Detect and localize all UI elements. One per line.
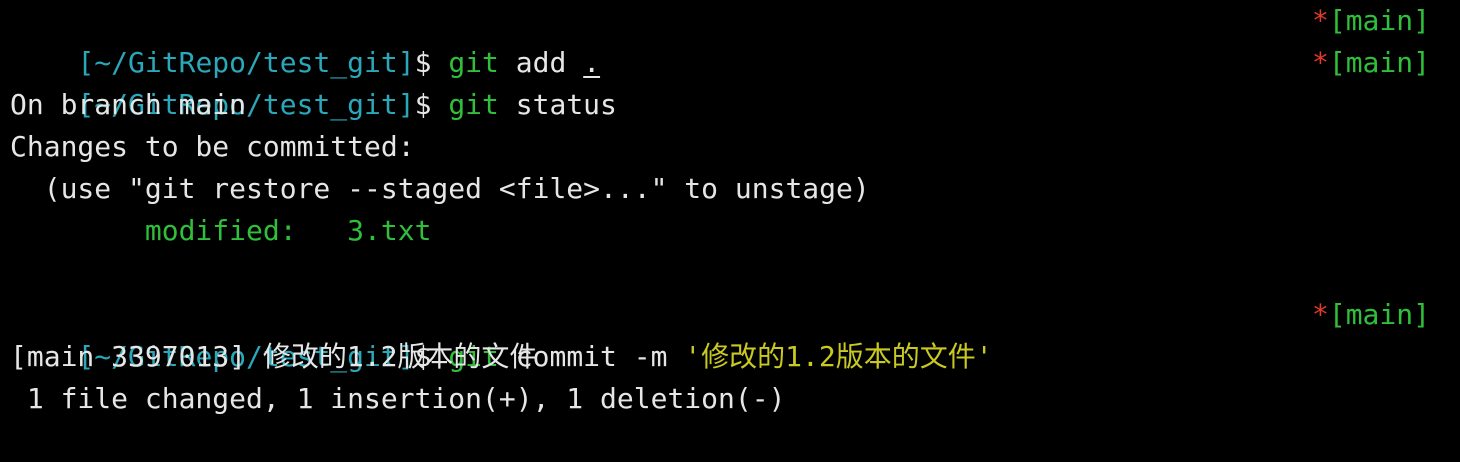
output-on-branch: On branch main [10,88,247,121]
git-branch-indicator: *[main] [1312,0,1430,42]
output-commit-stats: 1 file changed, 1 insertion(+), 1 deleti… [10,382,786,415]
terminal-line-commit: [~/GitRepo/test_git]$ git commit -m '修改的… [10,294,1460,373]
terminal-window[interactable]: [~/GitRepo/test_git]$ git add . *[main] … [0,0,1460,415]
branch-name: [main] [1328,4,1430,37]
output-changes-header: Changes to be committed: [10,130,415,163]
git-branch-indicator: *[main] [1312,294,1430,336]
terminal-line-status: [~/GitRepo/test_git]$ git status *[main] [10,42,1460,121]
terminal-line-add: [~/GitRepo/test_git]$ git add . *[main] [10,0,1460,79]
branch-name: [main] [1328,298,1430,331]
dirty-star: * [1311,46,1329,79]
output-modified-file: modified: 3.txt [10,210,1460,252]
modified-entry: modified: 3.txt [144,214,432,247]
branch-name: [main] [1328,46,1430,79]
output-restore-hint: (use "git restore --staged <file>..." to… [10,172,870,205]
git-branch-indicator: *[main] [1312,42,1430,84]
output-commit-result: [main 3397013] 修改的1.2版本的文件 [10,340,538,373]
dirty-star: * [1311,298,1329,331]
dirty-star: * [1311,4,1329,37]
